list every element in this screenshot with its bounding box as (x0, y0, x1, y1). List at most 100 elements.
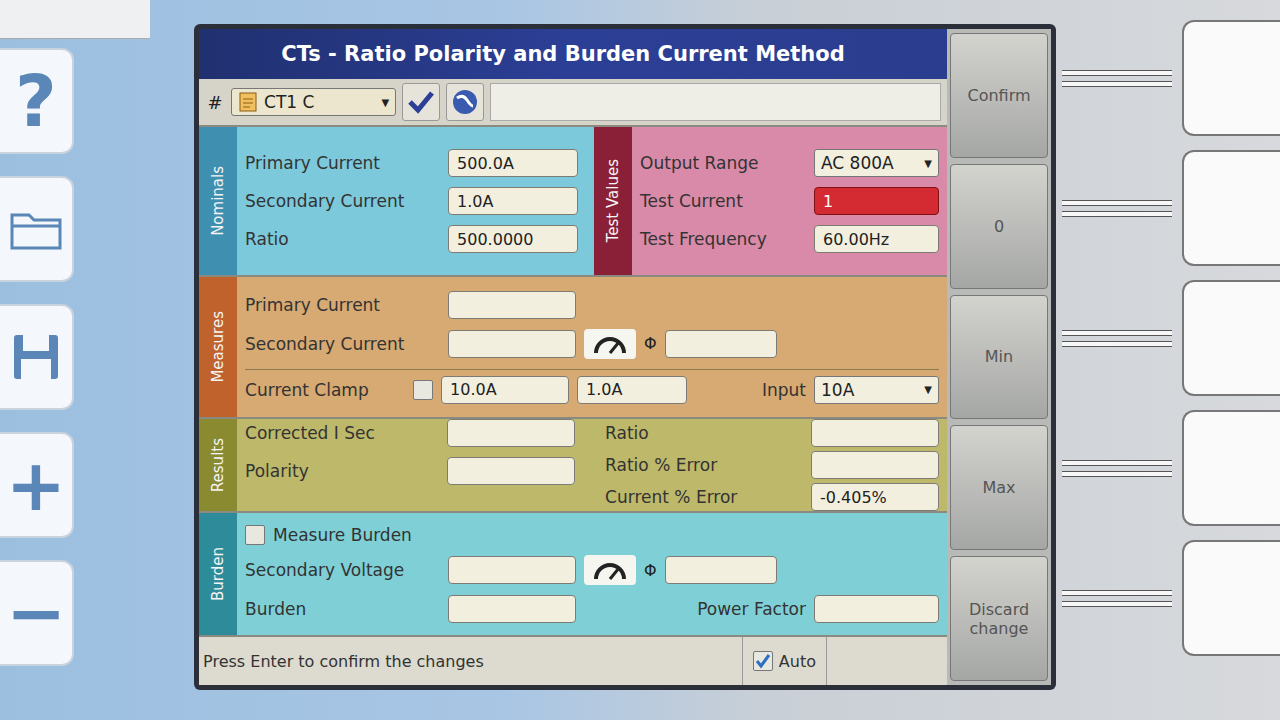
softkey-label: Discard change (955, 600, 1043, 638)
softkey-button[interactable]: Min (950, 295, 1048, 420)
section-label: Measures (209, 311, 227, 383)
field-label: Input (762, 380, 806, 400)
value-field[interactable] (447, 457, 575, 485)
value-field[interactable]: -0.405% (811, 483, 939, 511)
apply-button[interactable] (402, 83, 440, 121)
value-field[interactable]: 60.00Hz (814, 225, 939, 253)
marker-line (1062, 590, 1172, 596)
softkey-button[interactable]: Discard change (950, 556, 1048, 681)
section-band: Nominals (199, 127, 237, 275)
gauge-button[interactable] (584, 555, 636, 585)
phase-symbol: Φ (644, 334, 657, 353)
value-field[interactable]: 1 (814, 187, 939, 215)
measure-burden-checkbox[interactable] (245, 525, 265, 545)
status-bar: Press Enter to confirm the changesAuto (199, 637, 947, 685)
value-field[interactable] (811, 419, 939, 447)
marker-line (1062, 81, 1172, 87)
field-label: Measure Burden (273, 525, 412, 545)
value-field[interactable] (814, 595, 939, 623)
section-band: Burden (199, 513, 237, 635)
hard-key[interactable] (1182, 20, 1280, 136)
hard-key[interactable] (1182, 280, 1280, 396)
document-icon (238, 91, 258, 113)
current-clamp-checkbox[interactable] (413, 380, 433, 400)
window-title: CTs - Ratio Polarity and Burden Current … (199, 29, 947, 79)
side-key[interactable]: − (0, 560, 74, 666)
key-marker (1062, 193, 1172, 223)
checkmark-icon (407, 89, 435, 115)
gauge-icon (593, 333, 627, 355)
value-field[interactable] (448, 330, 576, 358)
result-row: Ratio % Error (605, 451, 939, 479)
softkey-label: Max (982, 478, 1015, 497)
hard-key-row (1056, 22, 1280, 134)
value-field[interactable] (811, 451, 939, 479)
results-grid: Corrected I SecPolarityRatioRatio % Erro… (245, 419, 939, 511)
section-label: Results (209, 438, 227, 492)
field-value: 60.00Hz (823, 230, 889, 249)
field-label: Power Factor (697, 599, 806, 619)
toolbar-field (490, 83, 941, 121)
value-field[interactable] (447, 419, 575, 447)
input-dropdown[interactable]: 10A▼ (814, 376, 939, 404)
globe-icon (451, 88, 479, 116)
results-right: RatioRatio % ErrorCurrent % Error-0.405% (605, 419, 939, 511)
hard-key[interactable] (1182, 540, 1280, 656)
side-key[interactable]: + (0, 432, 74, 538)
check-icon (754, 652, 772, 670)
hash-label: # (205, 92, 225, 113)
value-field[interactable]: 10.0A (441, 376, 569, 404)
value-field[interactable] (665, 556, 777, 584)
primary-current-row: Primary Current (245, 291, 939, 319)
globe-button[interactable] (446, 83, 484, 121)
save-icon (10, 331, 62, 383)
value-field[interactable] (665, 330, 777, 358)
value-field[interactable] (448, 291, 576, 319)
dropdown-arrow-icon: ▼ (375, 97, 389, 108)
softkey-button[interactable]: Max (950, 425, 1048, 550)
marker-line (1062, 471, 1172, 477)
field-value: 10.0A (450, 380, 497, 399)
side-key[interactable] (0, 304, 74, 410)
folder-icon (9, 207, 63, 251)
test-form: CTs - Ratio Polarity and Burden Current … (199, 29, 947, 685)
marker-line (1062, 341, 1172, 347)
test-selector[interactable]: CT1 C▼ (231, 88, 396, 116)
auto-checkbox[interactable] (753, 651, 773, 671)
value-field[interactable]: 1.0A (448, 187, 578, 215)
section-band: Test Values (594, 127, 632, 275)
value-field[interactable] (448, 595, 576, 623)
section-label: Burden (209, 547, 227, 601)
field-label: Test Current (640, 191, 743, 211)
section-content: Corrected I SecPolarityRatioRatio % Erro… (237, 419, 947, 511)
side-key[interactable] (0, 176, 74, 282)
hard-key[interactable] (1182, 150, 1280, 266)
value-field[interactable]: 500.0000 (448, 225, 578, 253)
left-bezel: ? + − (0, 0, 194, 720)
right-bezel (1056, 0, 1280, 720)
output-range-dropdown[interactable]: AC 800A▼ (814, 149, 939, 177)
auto-toggle: Auto (742, 637, 826, 685)
field-label: Output Range (640, 153, 758, 173)
section-measures: MeasuresPrimary CurrentSecondary Current… (199, 277, 947, 419)
value-field[interactable] (448, 556, 576, 584)
current-clamp-row: Current Clamp 10.0A 1.0A Input 10A▼ (245, 369, 939, 404)
softkey-label: 0 (994, 217, 1004, 236)
hard-key[interactable] (1182, 410, 1280, 526)
value-field[interactable]: 500.0A (448, 149, 578, 177)
nominal-row: Secondary Current1.0A (245, 187, 586, 215)
section-label: Nominals (209, 166, 227, 236)
gauge-button[interactable] (584, 329, 636, 359)
field-label: Current Clamp (245, 380, 405, 400)
softkey-button[interactable]: 0 (950, 164, 1048, 289)
side-key[interactable]: ? (0, 48, 74, 154)
key-marker (1062, 323, 1172, 353)
field-label: Primary Current (245, 153, 440, 173)
softkey-button[interactable]: Confirm (950, 33, 1048, 158)
section-content: Primary Current 500.0A Secondary Current1.… (237, 127, 594, 275)
section-band: Results (199, 419, 237, 511)
field-label: Primary Current (245, 295, 440, 315)
marker-line (1062, 70, 1172, 76)
field-label: Ratio (605, 423, 649, 443)
value-field[interactable]: 1.0A (577, 376, 687, 404)
